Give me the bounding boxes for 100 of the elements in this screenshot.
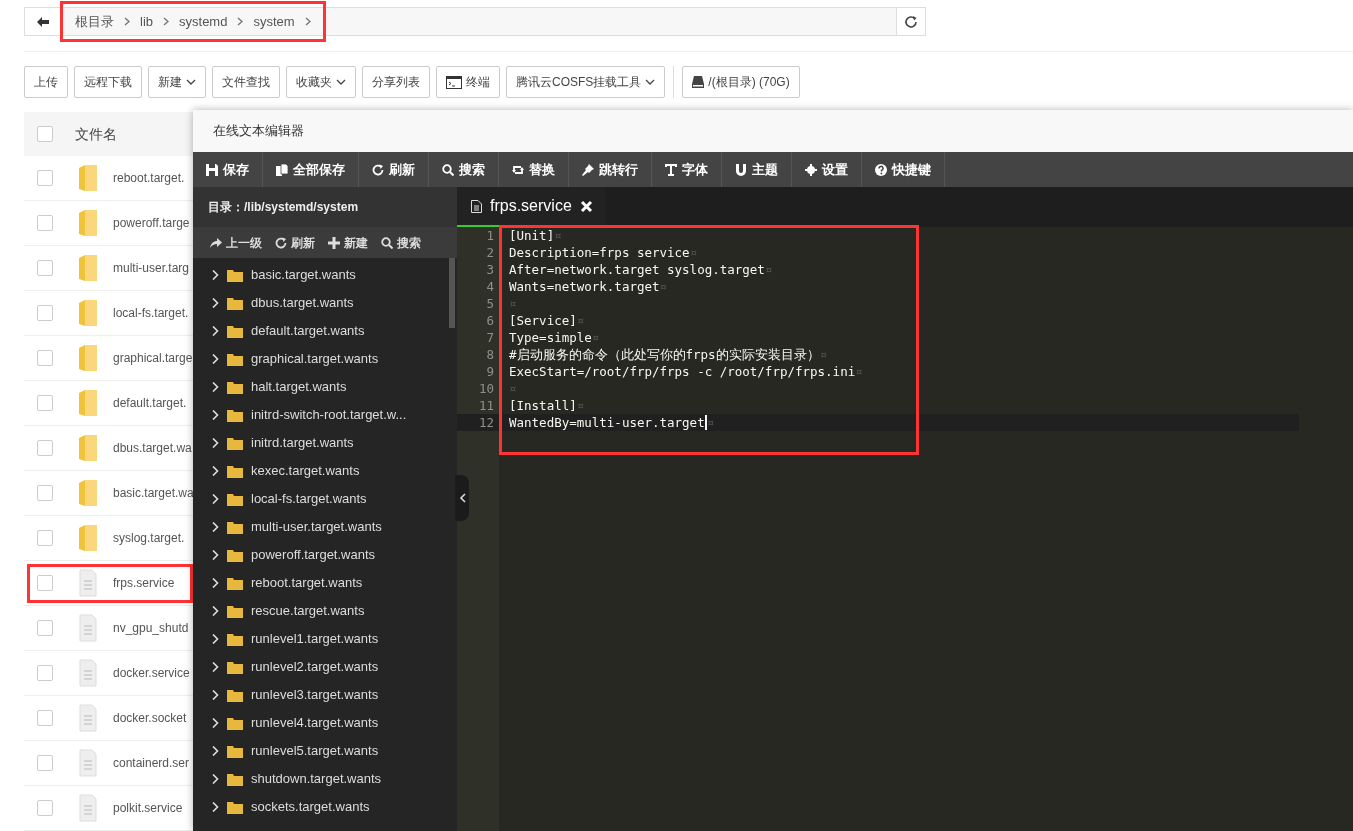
tree-item[interactable]: multi-user.target.wants bbox=[193, 513, 457, 541]
file-name[interactable]: graphical.targe bbox=[113, 349, 193, 367]
tree-item[interactable]: reboot.target.wants bbox=[193, 569, 457, 597]
toolbar-button[interactable]: 终端 bbox=[436, 66, 500, 98]
action-button[interactable]: 上一级 bbox=[210, 233, 262, 252]
action-button[interactable]: 新建 bbox=[328, 233, 368, 252]
line-end-mark: ¤ bbox=[764, 262, 773, 277]
file-name[interactable]: docker.service bbox=[113, 664, 190, 682]
folder-icon bbox=[227, 772, 243, 786]
dropdown-button[interactable]: 腾讯云COSFS挂载工具 bbox=[506, 66, 666, 98]
tree-item[interactable]: initrd-switch-root.target.w... bbox=[193, 401, 457, 429]
code-line: [Unit] bbox=[509, 228, 555, 243]
file-name[interactable]: syslog.target. bbox=[113, 529, 185, 547]
chevron-right-icon bbox=[124, 17, 130, 26]
action-button[interactable]: 搜索 bbox=[381, 233, 421, 252]
file-name[interactable]: basic.target.wa bbox=[113, 484, 194, 502]
checkbox[interactable] bbox=[37, 305, 53, 321]
line-number: 10 bbox=[477, 380, 495, 397]
checkbox[interactable] bbox=[37, 350, 53, 366]
file-name[interactable]: polkit.service bbox=[113, 799, 183, 817]
file-name[interactable]: reboot.target. bbox=[113, 169, 185, 187]
toolbar-button[interactable]: 文件查找 bbox=[212, 66, 280, 98]
folder-icon bbox=[227, 380, 243, 394]
checkbox[interactable] bbox=[37, 440, 53, 456]
checkbox[interactable] bbox=[37, 170, 53, 186]
tree-item[interactable]: local-fs.target.wants bbox=[193, 485, 457, 513]
tree-item[interactable]: runlevel1.target.wants bbox=[193, 625, 457, 653]
dropdown-button[interactable]: 收藏夹 bbox=[286, 66, 356, 98]
refresh-icon bbox=[372, 163, 384, 176]
toolbar-button[interactable]: 远程下载 bbox=[74, 66, 142, 98]
tree-item[interactable]: rescue.target.wants bbox=[193, 597, 457, 625]
line-number: 2 bbox=[485, 244, 495, 261]
checkbox[interactable] bbox=[37, 575, 53, 591]
folder-icon bbox=[227, 520, 243, 534]
breadcrumb-link[interactable]: system bbox=[253, 11, 295, 32]
tree-item[interactable]: default.target.wants bbox=[193, 317, 457, 345]
tree-item[interactable]: shutdown.target.wants bbox=[193, 765, 457, 793]
checkbox[interactable] bbox=[37, 710, 53, 726]
line-number: 4 bbox=[485, 278, 495, 295]
chevron-left-icon bbox=[458, 493, 466, 503]
tree-item[interactable]: kexec.target.wants bbox=[193, 457, 457, 485]
checkbox[interactable] bbox=[37, 800, 53, 816]
file-name[interactable]: local-fs.target. bbox=[113, 304, 189, 322]
back-button[interactable] bbox=[25, 8, 61, 35]
tree-item[interactable]: runlevel2.target.wants bbox=[193, 653, 457, 681]
caret-icon bbox=[645, 79, 656, 85]
scrollbar[interactable] bbox=[449, 258, 455, 328]
toolbar-button[interactable]: 分享列表 bbox=[362, 66, 430, 98]
line-number: 12 bbox=[457, 414, 499, 431]
checkbox[interactable] bbox=[37, 755, 53, 771]
toolbar-button[interactable]: /(根目录) (70G) bbox=[682, 66, 800, 98]
file-name[interactable]: containerd.ser bbox=[113, 754, 190, 772]
tree-item[interactable]: sockets.target.wants bbox=[193, 793, 457, 821]
file-name[interactable]: nv_gpu_shutd bbox=[113, 619, 189, 637]
file-tab[interactable]: frps.service bbox=[457, 187, 605, 227]
checkbox[interactable] bbox=[37, 530, 53, 546]
refresh-button[interactable] bbox=[896, 8, 925, 35]
code-line: After=network.target syslog.target bbox=[509, 262, 765, 277]
document-icon bbox=[78, 614, 98, 642]
checkbox[interactable] bbox=[37, 665, 53, 681]
documents-icon bbox=[276, 163, 288, 176]
breadcrumb-link[interactable]: lib bbox=[140, 11, 153, 32]
breadcrumb-link[interactable]: 根目录 bbox=[75, 11, 114, 32]
folder-icon bbox=[78, 209, 98, 237]
breadcrumb-link[interactable]: systemd bbox=[179, 11, 228, 32]
toolbar-button[interactable]: 上传 bbox=[24, 66, 68, 98]
folder-icon bbox=[227, 296, 243, 310]
file-name[interactable]: frps.service bbox=[113, 574, 175, 592]
tree-item[interactable]: graphical.target.wants bbox=[193, 345, 457, 373]
file-name[interactable]: dbus.target.wa bbox=[113, 439, 192, 457]
file-name[interactable]: multi-user.targ bbox=[113, 259, 190, 277]
tree-item[interactable]: runlevel3.target.wants bbox=[193, 681, 457, 709]
checkbox[interactable] bbox=[37, 260, 53, 276]
checkbox[interactable] bbox=[37, 485, 53, 501]
folder-icon bbox=[78, 479, 98, 507]
file-name[interactable]: default.target. bbox=[113, 394, 187, 412]
folder-icon bbox=[227, 436, 243, 450]
tree-item[interactable]: dbus.target.wants bbox=[193, 289, 457, 317]
folder-icon bbox=[78, 389, 98, 417]
line-end-mark: ¤ bbox=[819, 347, 828, 362]
checkbox[interactable] bbox=[37, 215, 53, 231]
action-button[interactable]: 刷新 bbox=[275, 233, 315, 252]
tree-item[interactable]: halt.target.wants bbox=[193, 373, 457, 401]
checkbox[interactable] bbox=[37, 126, 53, 142]
checkbox[interactable] bbox=[37, 395, 53, 411]
tree-item[interactable]: poweroff.target.wants bbox=[193, 541, 457, 569]
tree-item[interactable]: runlevel4.target.wants bbox=[193, 709, 457, 737]
folder-icon bbox=[227, 660, 243, 674]
collapse-handle[interactable] bbox=[455, 475, 469, 521]
tree-item[interactable]: runlevel5.target.wants bbox=[193, 737, 457, 765]
file-name[interactable]: docker.socket bbox=[113, 709, 187, 727]
search-icon bbox=[381, 236, 393, 249]
file-name[interactable]: poweroff.targe bbox=[113, 214, 190, 232]
line-number: 5 bbox=[485, 295, 495, 312]
tree-item[interactable]: basic.target.wants bbox=[193, 261, 457, 289]
checkbox[interactable] bbox=[37, 620, 53, 636]
tree-item[interactable]: initrd.target.wants bbox=[193, 429, 457, 457]
close-icon bbox=[579, 199, 593, 213]
code-line: [Install] bbox=[509, 398, 577, 413]
dropdown-button[interactable]: 新建 bbox=[148, 66, 206, 98]
